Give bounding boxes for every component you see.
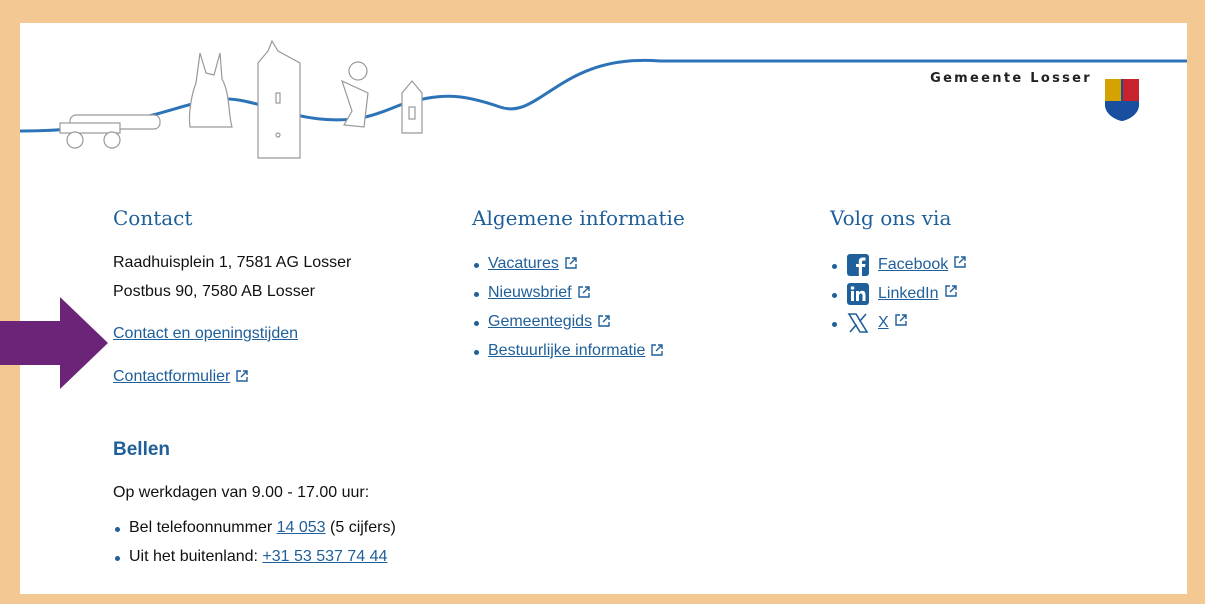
social-column: Volg ons via Facebook LinkedIn X xyxy=(830,206,966,343)
banner-illustration xyxy=(20,39,1187,159)
algemeen-link-vacatures[interactable]: Vacatures xyxy=(488,255,559,272)
social-title: Volg ons via xyxy=(830,206,952,230)
algemeen-item: Gemeentegids xyxy=(472,313,685,342)
footer-panel: Gemeente Losser Contact Raadhuisplein 1,… xyxy=(20,23,1187,594)
address-line: Raadhuisplein 1, 7581 AG Losser xyxy=(113,254,352,271)
abroad-prefix: Uit het buitenland: xyxy=(129,548,263,565)
algemeen-link-bestuurlijke-informatie[interactable]: Bestuurlijke informatie xyxy=(488,342,645,359)
algemeen-item: Bestuurlijke informatie xyxy=(472,342,685,371)
external-link-icon xyxy=(598,315,610,327)
bellen-abroad-item: Uit het buitenland: +31 53 537 74 44 xyxy=(113,548,396,577)
contact-openingstijden-link[interactable]: Contact en openingstijden xyxy=(113,325,298,342)
social-item: Facebook xyxy=(830,254,966,285)
linkedin-icon xyxy=(847,283,869,305)
external-link-icon xyxy=(954,256,966,268)
phone-prefix: Bel telefoonnummer xyxy=(129,519,277,536)
algemeen-link-nieuwsbrief[interactable]: Nieuwsbrief xyxy=(488,284,572,301)
bellen-hours: Op werkdagen van 9.00 - 17.00 uur: xyxy=(113,484,370,501)
algemeen-list: Vacatures Nieuwsbrief Gemeentegids Bestuurl… xyxy=(472,255,685,371)
facebook-icon xyxy=(847,254,869,276)
contact-column: Contact Raadhuisplein 1, 7581 AG Losser … xyxy=(113,206,351,386)
social-link-x[interactable]: X xyxy=(878,314,889,332)
external-link-icon xyxy=(894,314,907,326)
social-item: LinkedIn xyxy=(830,283,966,314)
algemeen-column: Algemene informatie Vacatures Nieuwsbrief… xyxy=(472,206,685,371)
contactformulier-link[interactable]: Contactformulier xyxy=(113,368,230,385)
external-link-icon xyxy=(651,344,664,356)
external-link-icon xyxy=(565,257,577,269)
social-link-facebook[interactable]: Facebook xyxy=(878,256,948,274)
coat-of-arms-icon xyxy=(1105,79,1139,121)
x-icon xyxy=(847,313,869,333)
phone-number-link[interactable]: 14 053 xyxy=(277,519,326,536)
external-link-icon xyxy=(236,370,249,382)
pointer-arrow-icon xyxy=(0,297,108,389)
postbus-line: Postbus 90, 7580 AB Losser xyxy=(113,283,315,300)
contactformulier-label: Contactformulier xyxy=(113,368,231,385)
bellen-title: Bellen xyxy=(113,439,171,460)
brand-name: Gemeente Losser xyxy=(930,71,1092,86)
algemeen-title: Algemene informatie xyxy=(472,206,685,230)
algemeen-link-gemeentegids[interactable]: Gemeentegids xyxy=(488,313,592,330)
algemeen-item: Vacatures xyxy=(472,255,685,284)
bellen-phone-item: Bel telefoonnummer 14 053 (5 cijfers) xyxy=(113,519,396,548)
social-list: Facebook LinkedIn X xyxy=(830,254,966,343)
phone-suffix: (5 cijfers) xyxy=(325,519,396,536)
social-item: X xyxy=(830,313,966,343)
abroad-number-link[interactable]: +31 53 537 74 44 xyxy=(262,548,387,565)
social-link-linkedin[interactable]: LinkedIn xyxy=(878,285,939,303)
algemeen-item: Nieuwsbrief xyxy=(472,284,685,313)
external-link-icon xyxy=(577,286,590,298)
bellen-list: Bel telefoonnummer 14 053 (5 cijfers) Ui… xyxy=(113,519,396,577)
external-link-icon xyxy=(944,285,957,297)
contact-title: Contact xyxy=(113,206,193,230)
